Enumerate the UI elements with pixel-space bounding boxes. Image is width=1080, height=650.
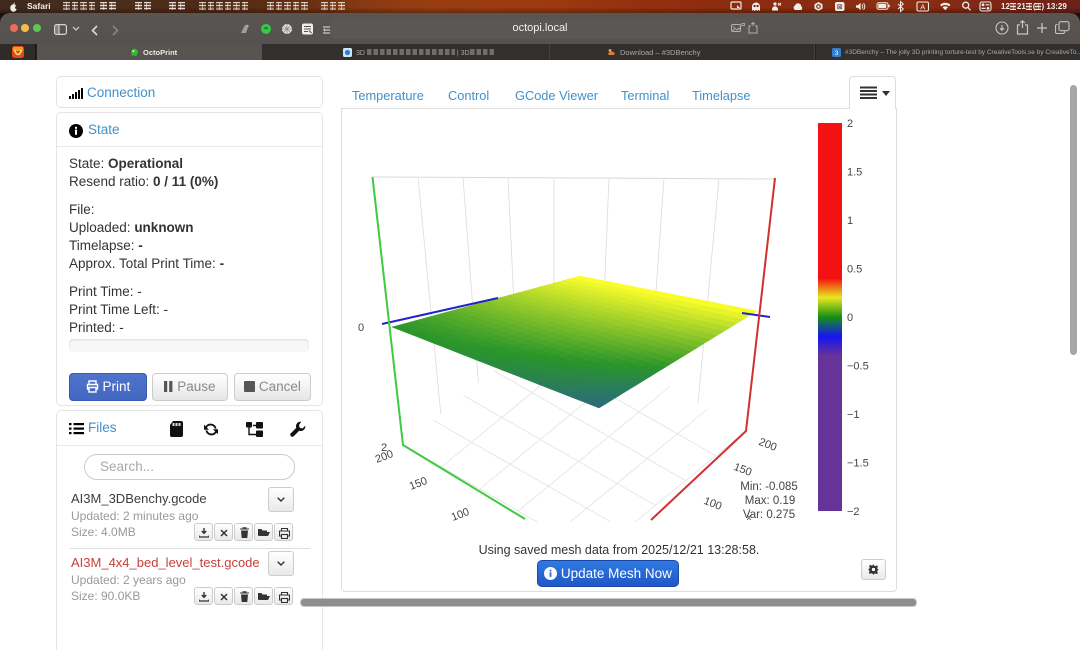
svg-text:x: x [747,512,752,522]
svg-text:Max: 0.19: Max: 0.19 [745,495,796,507]
svg-text:0: 0 [358,322,364,334]
svg-text:100: 100 [702,495,723,513]
svg-text:⊠: ⊠ [837,4,843,11]
svg-text:Min: -0.085: Min: -0.085 [740,481,798,493]
svg-text:100: 100 [450,506,471,524]
svg-text:−1.5: −1.5 [847,458,869,470]
svg-text:A: A [920,2,925,11]
svg-text:150: 150 [732,461,753,479]
svg-text:−0.5: −0.5 [847,361,869,373]
svg-text:1: 1 [847,215,853,227]
svg-text:0: 0 [847,312,853,324]
svg-text:2: 2 [381,442,387,454]
svg-text:150: 150 [408,475,429,493]
svg-text:2: 2 [847,118,853,130]
svg-text:3: 3 [835,50,839,57]
svg-text:0.5: 0.5 [847,264,862,276]
svg-text:200: 200 [757,436,778,454]
svg-text:1.5: 1.5 [847,167,862,179]
svg-text:−1: −1 [847,409,860,421]
svg-text:−2: −2 [847,506,860,518]
